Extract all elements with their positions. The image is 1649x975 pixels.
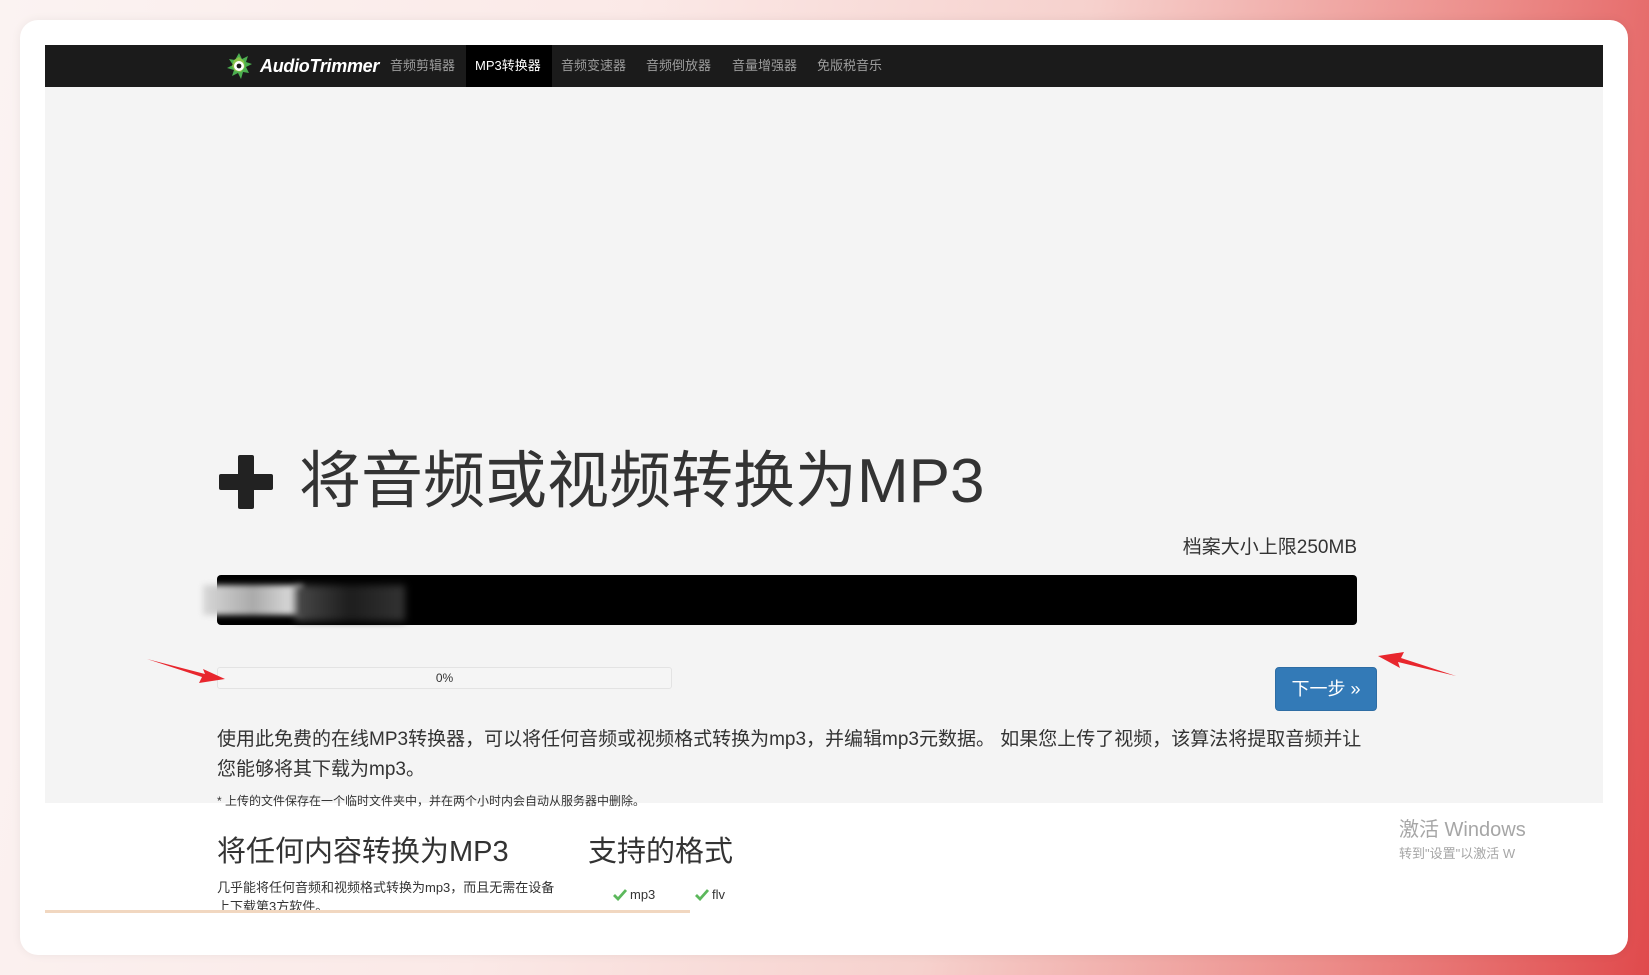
section-title-formats: 支持的格式 [588, 836, 734, 868]
top-navbar: AudioTrimmer 音频剪辑器 MP3转换器 音频变速器 音频倒放器 音量… [45, 45, 1603, 88]
watermark-subtitle: 转到"设置"以激活 W [1399, 846, 1516, 861]
scroll-indicator-line [45, 910, 690, 913]
nav-item-speed-changer[interactable]: 音频变速器 [552, 45, 635, 87]
web-page: AudioTrimmer 音频剪辑器 MP3转换器 音频变速器 音频倒放器 音量… [45, 45, 1603, 950]
page-title: 将音频或视频转换为MP3 [299, 447, 985, 516]
blurred-filename-dark [295, 585, 405, 621]
format-label: mp3 [630, 887, 656, 902]
plus-icon[interactable] [217, 453, 275, 511]
nav-item-audio-editor[interactable]: 音频剪辑器 [381, 45, 464, 87]
temp-file-note: * 上传的文件保存在一个临时文件夹中，并在两个小时内会自动从服务器中删除。 [217, 794, 646, 808]
nav-item-audio-reverser[interactable]: 音频倒放器 [637, 45, 720, 87]
upload-progress-bar: 0% [217, 667, 672, 689]
check-icon [613, 888, 627, 901]
nav-item-mp3-converter[interactable]: MP3转换器 [466, 45, 552, 87]
brand-name: AudioTrimmer [260, 55, 380, 76]
file-input-bar[interactable] [203, 575, 1357, 625]
windows-activation-watermark: 激活 Windows 转到"设置"以激活 W [1399, 818, 1526, 864]
section-title-convert: 将任何内容转换为MP3 [217, 836, 509, 868]
brand-logo[interactable]: AudioTrimmer [225, 45, 379, 87]
nav-item-volume-booster[interactable]: 音量增强器 [723, 45, 806, 87]
hero-section: 将音频或视频转换为MP3 档案大小上限250MB 0% 下一步 » 使用此免费的… [45, 87, 1603, 808]
format-item: flv [695, 887, 725, 902]
browser-card: AudioTrimmer 音频剪辑器 MP3转换器 音频变速器 音频倒放器 音量… [20, 20, 1628, 955]
progress-label: 0% [435, 671, 454, 685]
title-row[interactable]: 将音频或视频转换为MP3 [217, 442, 984, 522]
blurred-filename [203, 585, 303, 615]
format-label: flv [712, 887, 725, 902]
nav-item-royalty-free-music[interactable]: 免版税音乐 [808, 45, 891, 87]
audiotrimmer-logo-icon [227, 53, 252, 79]
format-item: mp3 [613, 887, 655, 902]
next-step-button[interactable]: 下一步 » [1275, 667, 1377, 711]
check-icon [695, 888, 709, 901]
file-size-limit: 档案大小上限250MB [1182, 537, 1357, 558]
watermark-title: 激活 Windows [1399, 819, 1526, 841]
tool-description: 使用此免费的在线MP3转换器，可以将任何音频或视频格式转换为mp3，并编辑mp3… [217, 729, 1362, 780]
